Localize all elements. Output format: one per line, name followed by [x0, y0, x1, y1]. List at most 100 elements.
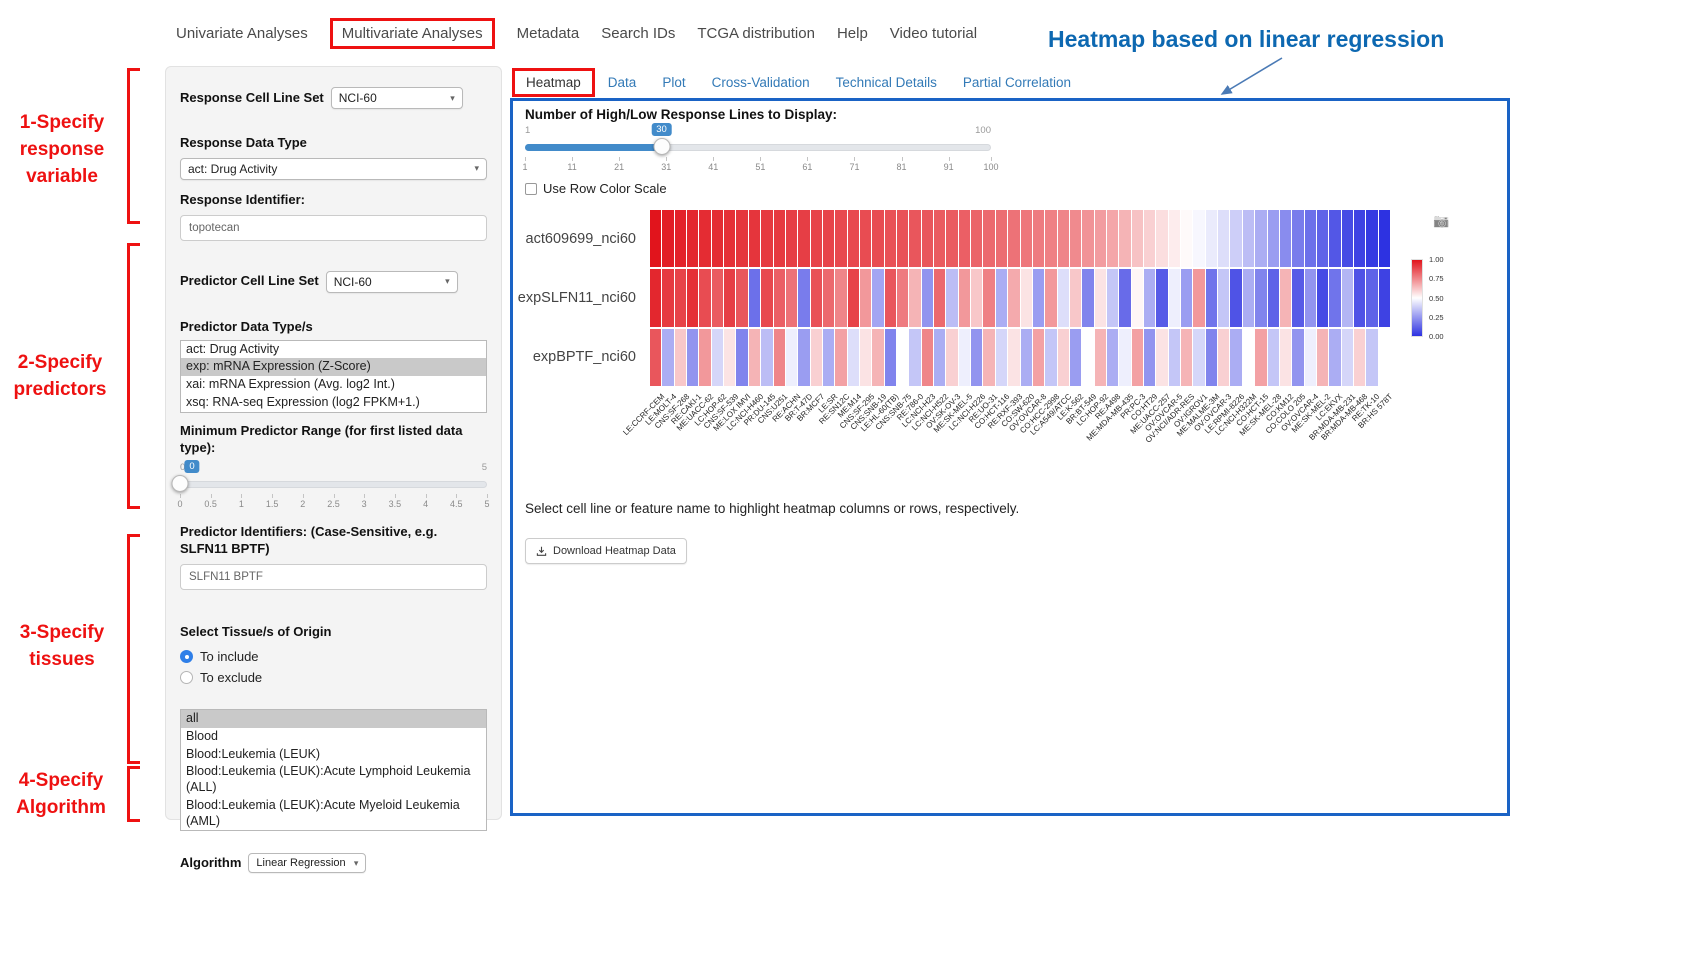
heatmap-cell[interactable]: [1292, 329, 1303, 386]
heatmap-cell[interactable]: [761, 329, 772, 386]
heatmap-cell[interactable]: [909, 269, 920, 326]
tissue-exclude-radio[interactable]: To exclude: [180, 670, 487, 685]
heatmap-cell[interactable]: [675, 329, 686, 386]
heatmap-cell[interactable]: [712, 269, 723, 326]
heatmap-cell[interactable]: [1033, 210, 1044, 267]
tissue-include-radio[interactable]: To include: [180, 649, 487, 664]
row-color-scale-checkbox[interactable]: [525, 183, 537, 195]
heatmap-cell[interactable]: [1058, 269, 1069, 326]
heatmap-cell[interactable]: [811, 210, 822, 267]
tissue-option-blood[interactable]: Blood: [181, 728, 486, 746]
heatmap-cell[interactable]: [1329, 329, 1340, 386]
tissue-option-blood-leukemia-leuk-chronic-myelogenous-leukemia-cml[interactable]: Blood:Leukemia (LEUK):Chronic Myelogenou…: [181, 830, 486, 831]
heatmap-cell[interactable]: [724, 210, 735, 267]
heatmap-cell[interactable]: [1230, 329, 1241, 386]
heatmap-cell[interactable]: [1008, 269, 1019, 326]
heatmap-cell[interactable]: [1119, 269, 1130, 326]
heatmap-cell[interactable]: [1292, 269, 1303, 326]
min-predictor-range-handle[interactable]: [172, 475, 189, 492]
heatmap-cell[interactable]: [724, 269, 735, 326]
heatmap-cell[interactable]: [1169, 269, 1180, 326]
tab-data[interactable]: Data: [595, 69, 650, 96]
heatmap-cell[interactable]: [872, 329, 883, 386]
heatmap-cell[interactable]: [996, 329, 1007, 386]
heatmap-cell[interactable]: [983, 210, 994, 267]
heatmap[interactable]: [650, 210, 1390, 386]
heatmap-cell[interactable]: [1317, 269, 1328, 326]
heatmap-cell[interactable]: [662, 210, 673, 267]
heatmap-cell[interactable]: [848, 210, 859, 267]
min-predictor-range-track[interactable]: [180, 481, 487, 488]
tissue-option-blood-leukemia-leuk[interactable]: Blood:Leukemia (LEUK): [181, 746, 486, 764]
heatmap-cell[interactable]: [1354, 329, 1365, 386]
heatmap-cell[interactable]: [1132, 269, 1143, 326]
heatmap-row-label-act609699-nci60[interactable]: act609699_nci60: [513, 210, 643, 269]
heatmap-cell[interactable]: [1280, 210, 1291, 267]
heatmap-cell[interactable]: [774, 329, 785, 386]
heatmap-cell[interactable]: [1132, 329, 1143, 386]
heatmap-cell[interactable]: [1107, 269, 1118, 326]
tab-heatmap[interactable]: Heatmap: [512, 68, 595, 97]
heatmap-cell[interactable]: [1156, 329, 1167, 386]
heatmap-cell[interactable]: [1218, 269, 1229, 326]
heatmap-cell[interactable]: [1305, 269, 1316, 326]
heatmap-cell[interactable]: [946, 269, 957, 326]
heatmap-cell[interactable]: [1329, 210, 1340, 267]
heatmap-cell[interactable]: [959, 329, 970, 386]
heatmap-cell[interactable]: [786, 329, 797, 386]
heatmap-cell[interactable]: [811, 329, 822, 386]
heatmap-cell[interactable]: [885, 329, 896, 386]
heatmap-cell[interactable]: [1008, 329, 1019, 386]
heatmap-cell[interactable]: [946, 329, 957, 386]
heatmap-cell[interactable]: [971, 210, 982, 267]
heatmap-cell[interactable]: [1181, 269, 1192, 326]
nav-item-tcga-distribution[interactable]: TCGA distribution: [697, 21, 815, 46]
heatmap-cell[interactable]: [1095, 269, 1106, 326]
tissue-option-blood-leukemia-leuk-acute-myeloid-leukemia-aml[interactable]: Blood:Leukemia (LEUK):Acute Myeloid Leuk…: [181, 797, 486, 831]
heatmap-cell[interactable]: [699, 329, 710, 386]
heatmap-cell[interactable]: [996, 210, 1007, 267]
heatmap-cell[interactable]: [1058, 210, 1069, 267]
tissue-option-all[interactable]: all: [181, 710, 486, 728]
heatmap-cell[interactable]: [650, 269, 661, 326]
heatmap-cell[interactable]: [996, 269, 1007, 326]
nav-item-univariate-analyses[interactable]: Univariate Analyses: [176, 21, 308, 46]
heatmap-cell[interactable]: [1379, 329, 1390, 386]
heatmap-cell[interactable]: [1366, 210, 1377, 267]
heatmap-cell[interactable]: [860, 329, 871, 386]
heatmap-cell[interactable]: [736, 269, 747, 326]
heatmap-cell[interactable]: [1058, 329, 1069, 386]
heatmap-cell[interactable]: [1317, 210, 1328, 267]
heatmap-cell[interactable]: [1193, 269, 1204, 326]
heatmap-cell[interactable]: [798, 329, 809, 386]
heatmap-cell[interactable]: [687, 269, 698, 326]
heatmap-cell[interactable]: [1144, 210, 1155, 267]
heatmap-cell[interactable]: [1342, 329, 1353, 386]
heatmap-cell[interactable]: [724, 329, 735, 386]
heatmap-cell[interactable]: [848, 329, 859, 386]
heatmap-cell[interactable]: [983, 269, 994, 326]
camera-icon[interactable]: 📷: [1433, 213, 1449, 229]
heatmap-cell[interactable]: [983, 329, 994, 386]
heatmap-cell[interactable]: [1317, 329, 1328, 386]
heatmap-cell[interactable]: [1255, 329, 1266, 386]
heatmap-cell[interactable]: [1021, 329, 1032, 386]
heatmap-cell[interactable]: [1342, 269, 1353, 326]
nav-item-metadata[interactable]: Metadata: [517, 21, 580, 46]
predictor-type-option-xsq-rna-seq-expression-log2-fpkm-1[interactable]: xsq: RNA-seq Expression (log2 FPKM+1.): [181, 394, 486, 412]
heatmap-cell[interactable]: [798, 210, 809, 267]
heatmap-cell[interactable]: [872, 210, 883, 267]
predictor-type-option-exp-mrna-expression-z-score[interactable]: exp: mRNA Expression (Z-Score): [181, 358, 486, 376]
heatmap-cell[interactable]: [1206, 210, 1217, 267]
heatmap-cell[interactable]: [934, 210, 945, 267]
heatmap-cell[interactable]: [1021, 210, 1032, 267]
response-data-type-select[interactable]: act: Drug Activity ▾: [180, 158, 487, 180]
heatmap-cell[interactable]: [749, 329, 760, 386]
heatmap-cell[interactable]: [712, 210, 723, 267]
heatmap-cell[interactable]: [897, 269, 908, 326]
heatmap-cell[interactable]: [749, 210, 760, 267]
heatmap-cell[interactable]: [1181, 329, 1192, 386]
nav-item-search-ids[interactable]: Search IDs: [601, 21, 675, 46]
heatmap-cell[interactable]: [736, 329, 747, 386]
heatmap-cell[interactable]: [1045, 210, 1056, 267]
